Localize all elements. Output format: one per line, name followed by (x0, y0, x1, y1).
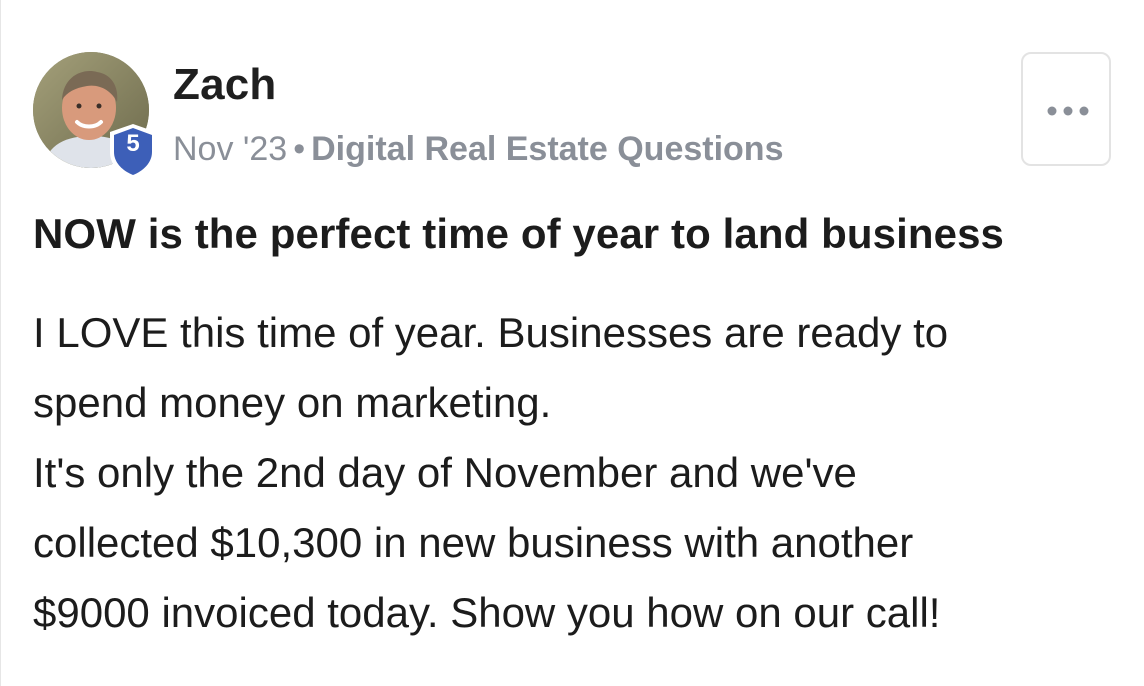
post-title[interactable]: NOW is the perfect time of year to land … (33, 210, 1004, 258)
level-number: 5 (126, 130, 140, 157)
author-avatar-wrapper[interactable]: 5 (33, 52, 156, 179)
post-card: 5 Zach ​ Nov '23•Digital Real Estate Que… (0, 0, 1144, 686)
post-body-line: It's only the 2nd day of November and we… (33, 449, 857, 496)
more-options-button[interactable] (1021, 52, 1111, 166)
post-body-line: I LOVE this time of year. Businesses are… (33, 309, 949, 356)
post-category[interactable]: Digital Real Estate Questions (311, 130, 783, 168)
post-body-line: $9000 invoiced today. Show you how on ou… (33, 589, 941, 636)
post-body-line: collected $10,300 in new business with a… (33, 519, 914, 566)
post-date[interactable]: Nov '23 (173, 130, 287, 168)
post-body: I LOVE this time of year. Businesses are… (33, 298, 1123, 648)
post-meta: Nov '23 • Digital Real Estate Questions (173, 130, 783, 169)
author-name[interactable]: Zach (173, 60, 277, 110)
more-horizontal-icon (1047, 106, 1089, 116)
post-body-line: spend money on marketing. (33, 379, 552, 426)
level-badge: 5 (107, 122, 159, 180)
meta-separator: • (293, 130, 306, 168)
